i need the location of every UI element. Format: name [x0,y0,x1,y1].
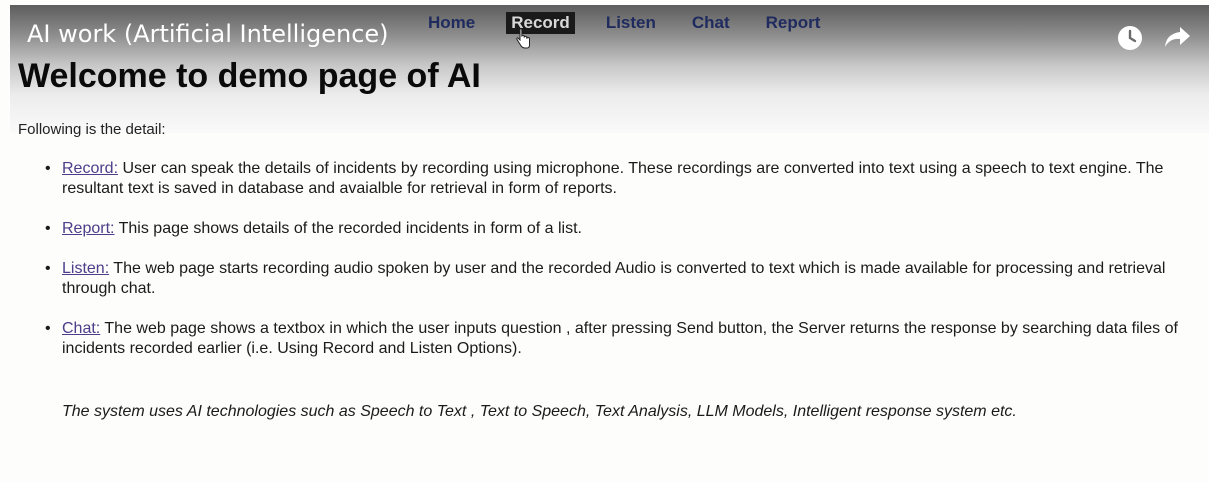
list-item-report: • Report: This page shows details of the… [45,219,1202,239]
bullet-icon: • [45,220,51,237]
chat-description: The web page shows a textbox in which th… [62,320,1178,357]
top-navigation: Home Record Listen Chat Report [428,12,851,34]
bullet-icon: • [45,320,51,337]
clock-icon[interactable] [1117,25,1143,51]
nav-chat[interactable]: Chat [687,12,735,34]
bullet-icon: • [45,260,51,277]
list-item-record: • Record: User can speak the details of … [45,159,1202,199]
intro-text: Following is the detail: [18,121,166,138]
bullet-icon: • [45,160,51,177]
nav-home[interactable]: Home [428,12,480,34]
record-description: User can speak the details of incidents … [62,160,1164,197]
report-link[interactable]: Report: [62,220,114,237]
share-icon[interactable] [1163,25,1191,49]
list-item-chat: • Chat: The web page shows a textbox in … [45,319,1202,359]
video-frame: AI work (Artificial Intelligence) Home R… [0,0,1209,482]
chat-link[interactable]: Chat: [62,320,100,337]
nav-listen[interactable]: Listen [601,12,661,34]
listen-description: The web page starts recording audio spok… [62,260,1166,297]
record-link[interactable]: Record: [62,160,118,177]
video-title: AI work (Artificial Intelligence) [27,20,389,48]
feature-list: • Record: User can speak the details of … [45,159,1202,379]
listen-link[interactable]: Listen: [62,260,109,277]
summary-text: The system uses AI technologies such as … [62,403,1017,420]
nav-report[interactable]: Report [761,12,826,34]
page-title: Welcome to demo page of AI [18,57,481,95]
hand-cursor-icon [516,29,530,49]
report-description: This page shows details of the recorded … [114,220,582,237]
list-item-listen: • Listen: The web page starts recording … [45,259,1202,299]
